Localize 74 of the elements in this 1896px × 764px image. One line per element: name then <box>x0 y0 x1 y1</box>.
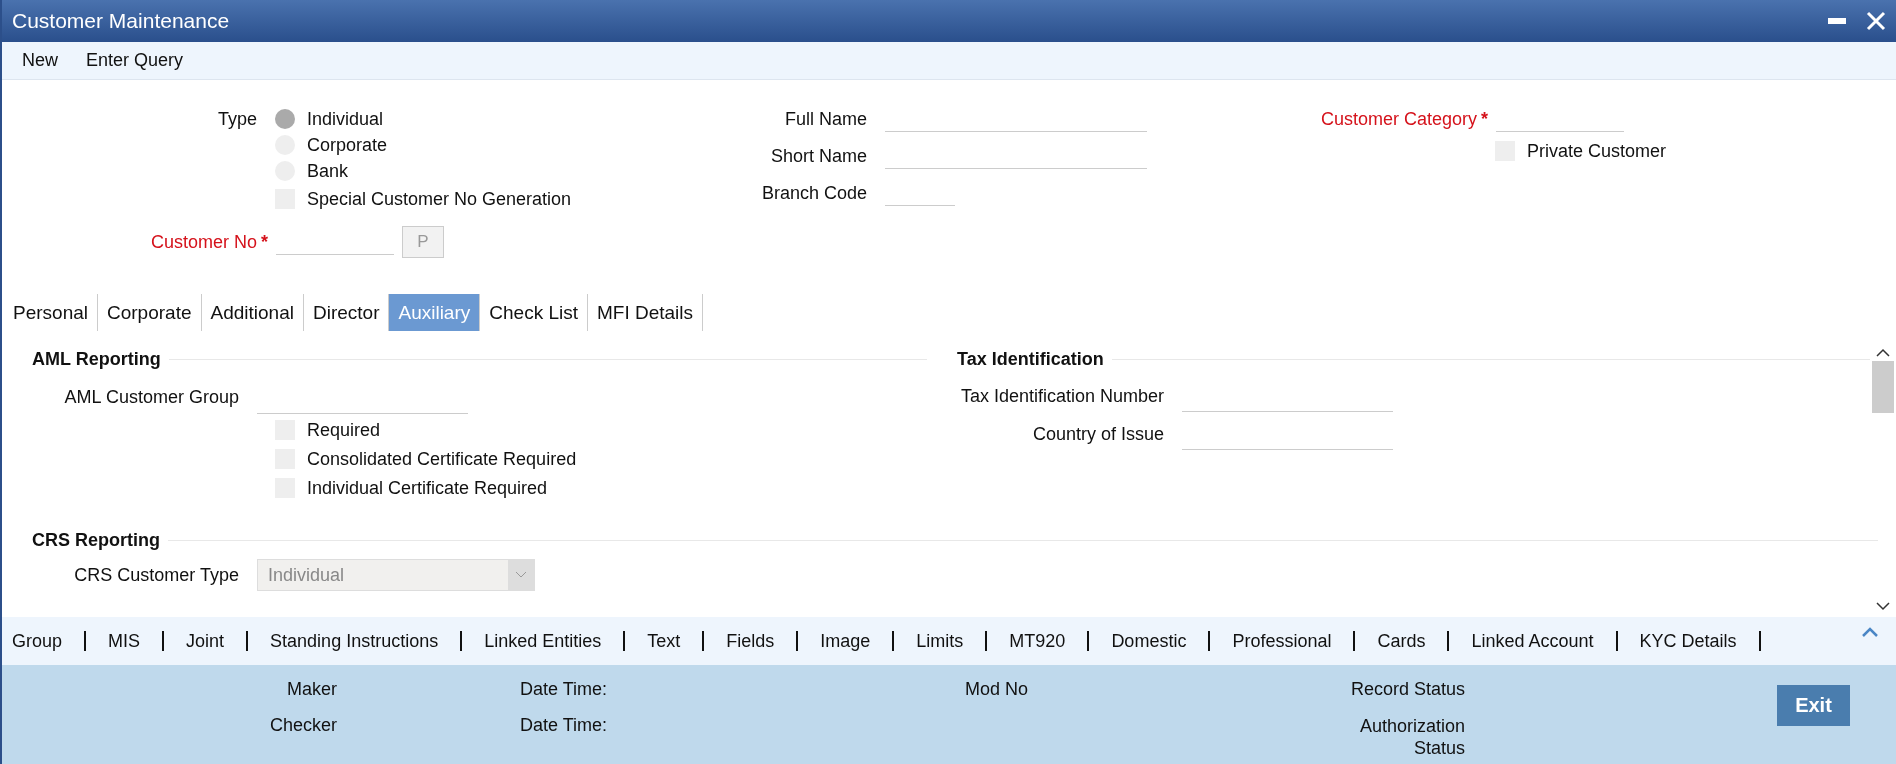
field-label: Short Name <box>769 145 868 167</box>
field-label: Date Time: <box>518 679 607 701</box>
divider <box>796 631 799 651</box>
footer-link[interactable]: Text <box>647 630 681 652</box>
tab[interactable]: Corporate <box>98 294 202 331</box>
window-title: Customer Maintenance <box>12 9 231 33</box>
footer-link[interactable]: Limits <box>916 630 964 652</box>
divider <box>623 631 626 651</box>
divider <box>1208 631 1211 651</box>
footer-link[interactable]: Domestic <box>1111 630 1187 652</box>
divider <box>892 631 895 651</box>
field-label: Record Status <box>1349 679 1465 701</box>
divider <box>460 631 463 651</box>
field-label: Full Name <box>783 108 868 130</box>
footer-link[interactable]: Linked Account <box>1471 630 1594 652</box>
field-label: Branch Code <box>762 182 869 204</box>
divider <box>1353 631 1356 651</box>
chevron-down-icon[interactable] <box>1876 602 1890 611</box>
footer-link[interactable]: Fields <box>726 630 775 652</box>
field-label: Customer No * <box>149 231 269 253</box>
field-label: Country of Issue <box>1031 423 1165 445</box>
section-title: AML Reporting <box>32 348 161 370</box>
footer-link[interactable]: MT920 <box>1009 630 1066 652</box>
field-label: CRS Customer Type <box>73 564 240 586</box>
field-label: Type <box>216 108 258 130</box>
footer-link[interactable]: Group <box>12 630 63 652</box>
divider <box>84 631 87 651</box>
checkbox-label: Special Customer No Generation <box>307 188 572 210</box>
divider <box>985 631 988 651</box>
field-label: Checker <box>268 715 338 737</box>
field-label: Authorization Status <box>1358 715 1465 760</box>
radio-label: Individual <box>307 108 384 130</box>
footer-link[interactable]: Joint <box>186 630 225 652</box>
field-label: AML Customer Group <box>63 386 240 408</box>
footer-link[interactable]: Professional <box>1232 630 1332 652</box>
divider <box>1615 631 1618 651</box>
exit-button[interactable]: Exit <box>1777 685 1850 726</box>
minimize-icon[interactable] <box>1828 18 1846 24</box>
section-title: Tax Identification <box>957 348 1104 370</box>
section-title: CRS Reporting <box>32 529 160 551</box>
footer-link[interactable]: Linked Entities <box>484 630 602 652</box>
chevron-up-icon[interactable] <box>1876 348 1890 357</box>
tab[interactable]: MFI Details <box>588 294 704 331</box>
field-label: Maker <box>286 679 338 701</box>
field-label: Tax Identification Number <box>959 385 1165 407</box>
divider <box>702 631 705 651</box>
scrollbar-thumb[interactable] <box>1872 361 1894 413</box>
footer-link[interactable]: Standing Instructions <box>270 630 439 652</box>
field-label: Mod No <box>965 679 1030 701</box>
footer-link[interactable]: Cards <box>1377 630 1426 652</box>
tab[interactable]: Additional <box>201 294 304 331</box>
radio-label: Bank <box>307 160 349 182</box>
toolbar-button[interactable]: Enter Query <box>74 46 196 75</box>
tab[interactable]: Check List <box>480 294 588 331</box>
checkbox-label: Required <box>307 419 381 441</box>
close-icon[interactable] <box>1866 11 1886 31</box>
tab[interactable]: Personal <box>4 294 98 331</box>
chevron-down-icon <box>515 571 527 579</box>
radio-label: Corporate <box>307 134 388 156</box>
checkbox-label: Consolidated Certificate Required <box>307 448 577 470</box>
field-label: Customer Category * <box>1319 108 1489 130</box>
divider <box>246 631 249 651</box>
divider <box>162 631 165 651</box>
footer-link[interactable]: KYC Details <box>1639 630 1737 652</box>
divider <box>1758 631 1761 651</box>
divider <box>1087 631 1090 651</box>
divider <box>1447 631 1450 651</box>
checkbox-label: Individual Certificate Required <box>307 477 548 499</box>
radio-button[interactable] <box>275 109 295 129</box>
footer-link[interactable]: Image <box>820 630 871 652</box>
field-label: Date Time: <box>518 715 607 737</box>
toolbar-button[interactable]: New <box>10 46 70 75</box>
checkbox-label: Private Customer <box>1527 140 1667 162</box>
footer-link[interactable]: MIS <box>108 630 141 652</box>
